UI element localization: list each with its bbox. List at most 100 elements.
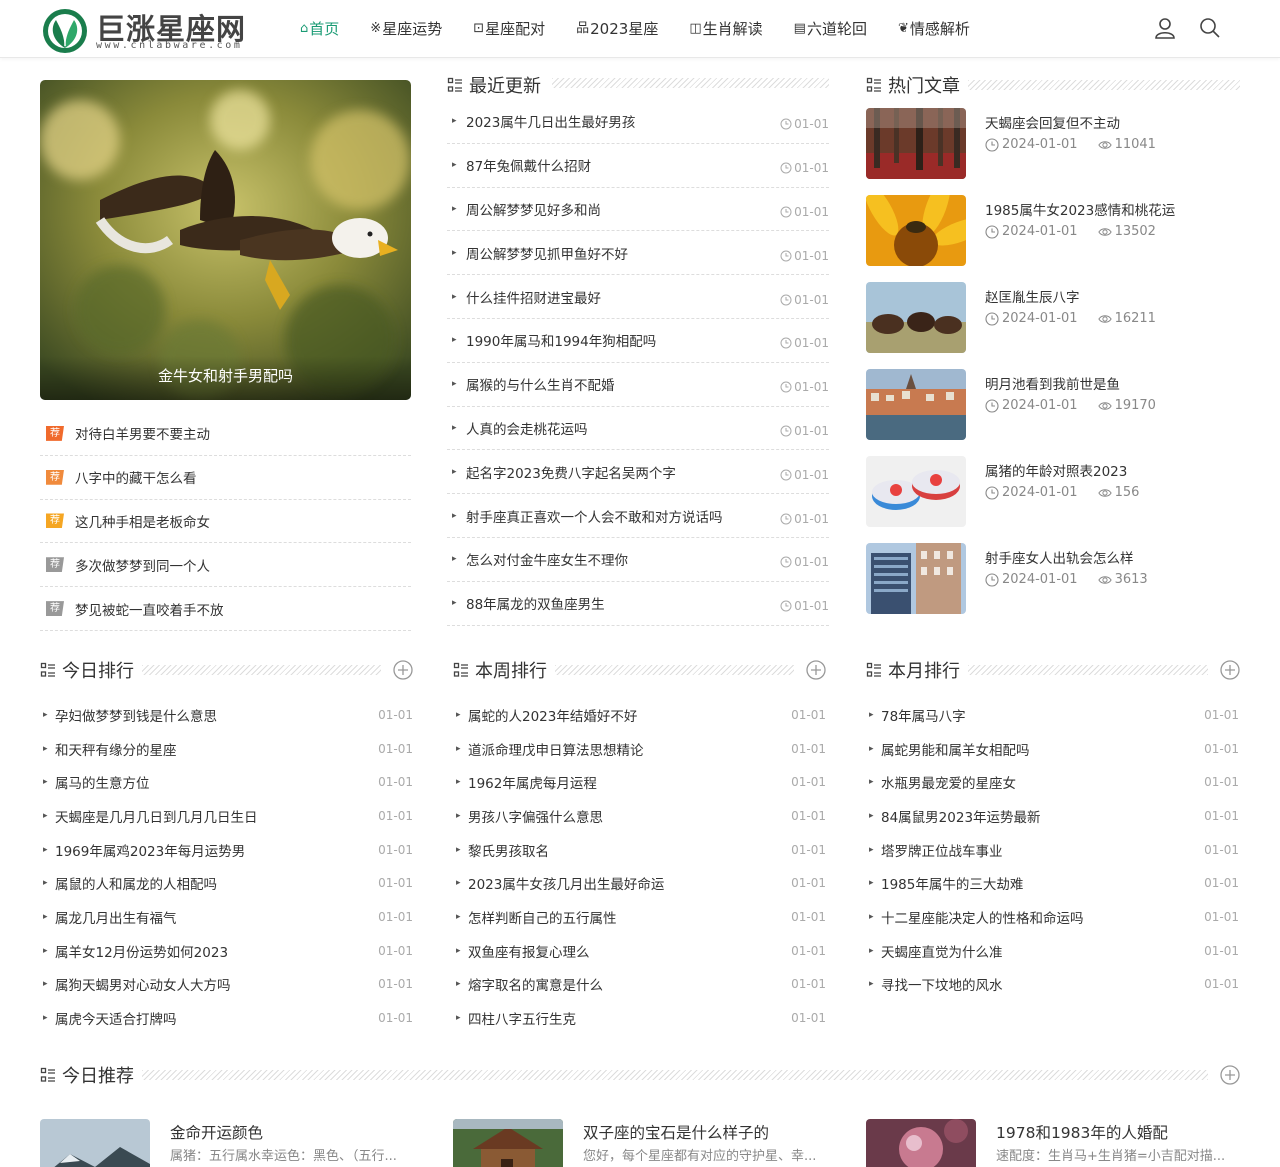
list-item[interactable]: ▸男孩八字偏强什么意思01-01 [453,799,826,833]
list-item[interactable]: 赵匡胤生辰八字2024-01-0116211 [866,282,1240,369]
rank-title[interactable]: 1962年属虎每月运程 [468,772,791,792]
rank-title[interactable]: 属虎今天适合打牌吗 [55,1008,378,1028]
list-item[interactable]: 1985属牛女2023感情和桃花运2024-01-0113502 [866,195,1240,282]
rank-title[interactable]: 黎氏男孩取名 [468,840,791,860]
list-item[interactable]: ▸2023属牛女孩几月出生最好命运01-01 [453,866,826,900]
user-icon[interactable] [1153,16,1177,40]
recent-title[interactable]: 什么挂件招财进宝最好 [466,287,780,307]
hot-article-title[interactable]: 属猪的年龄对照表2023 [985,460,1127,480]
list-item[interactable]: ▸四柱八字五行生克01-01 [453,1001,826,1035]
list-item[interactable]: ▸水瓶男最宠爱的星座女01-01 [866,765,1239,799]
rank-title[interactable]: 天蝎座直觉为什么准 [881,941,1204,961]
recent-title[interactable]: 87年兔佩戴什么招财 [466,155,780,175]
article-thumbnail[interactable] [866,282,966,353]
rank-title[interactable]: 84属鼠男2023年运势最新 [881,806,1204,826]
rank-title[interactable]: 属狗天蝎男对心动女人大方吗 [55,974,378,994]
list-item[interactable]: ▸起名字2023免费八字起名吴两个字01-01 [447,450,829,494]
nav-item-6[interactable]: ❦情感解析 [898,0,970,58]
list-item[interactable]: 荐八字中的藏干怎么看 [40,456,411,500]
today-rec-item[interactable]: 双子座的宝石是什么样子的您好，每个星座都有对应的守护星、幸... [453,1119,827,1167]
list-item[interactable]: ▸周公解梦梦见抓甲鱼好不好01-01 [447,231,829,275]
recent-title[interactable]: 起名字2023免费八字起名吴两个字 [466,462,780,482]
rank-title[interactable]: 道派命理戊申日算法思想精论 [468,739,791,759]
rank-title[interactable]: 塔罗牌正位战车事业 [881,840,1204,860]
rank-title[interactable]: 2023属牛女孩几月出生最好命运 [468,873,791,893]
hot-article-title[interactable]: 射手座女人出轨会怎么样 [985,547,1134,567]
list-item[interactable]: ▸88年属龙的双鱼座男生01-01 [447,582,829,626]
rank-title[interactable]: 十二星座能决定人的性格和命运吗 [881,907,1204,927]
hot-article-title[interactable]: 明月池看到我前世是鱼 [985,373,1120,393]
feature-caption[interactable]: 金牛女和射手男配吗 [40,356,411,400]
nav-item-3[interactable]: 品2023星座 [576,0,658,58]
site-logo[interactable]: 巨涨星座网 www.cnlabware.com [42,6,252,54]
rank-title[interactable]: 熔字取名的寓意是什么 [468,974,791,994]
recent-title[interactable]: 怎么对付金牛座女生不理你 [466,549,780,569]
article-thumbnail[interactable] [866,543,966,614]
rank-title[interactable]: 四柱八字五行生克 [468,1008,791,1028]
rank-title[interactable]: 78年属马八字 [881,705,1204,725]
recommend-title[interactable]: 这几种手相是老板命女 [75,511,210,531]
list-item[interactable]: ▸属虎今天适合打牌吗01-01 [40,1001,413,1035]
article-thumbnail[interactable] [866,195,966,266]
list-item[interactable]: ▸84属鼠男2023年运势最新01-01 [866,799,1239,833]
list-item[interactable]: ▸天蝎座直觉为什么准01-01 [866,934,1239,968]
list-item[interactable]: 荐梦见被蛇一直咬着手不放 [40,587,411,631]
today-rec-item[interactable]: 1978和1983年的人婚配速配度：生肖马+生肖猪=小吉配对描... [866,1119,1240,1167]
recent-title[interactable]: 88年属龙的双鱼座男生 [466,593,780,613]
article-thumbnail[interactable] [40,1119,150,1167]
hot-article-title[interactable]: 天蝎座会回复但不主动 [985,112,1120,132]
list-item[interactable]: 荐这几种手相是老板命女 [40,500,411,544]
list-item[interactable]: ▸人真的会走桃花运吗01-01 [447,407,829,451]
list-item[interactable]: ▸道派命理戊申日算法思想精论01-01 [453,732,826,766]
recent-title[interactable]: 2023属牛几日出生最好男孩 [466,111,780,131]
list-item[interactable]: ▸属蛇男能和属羊女相配吗01-01 [866,732,1239,766]
rank-title[interactable]: 寻找一下坟地的风水 [881,974,1204,994]
list-item[interactable]: ▸87年兔佩戴什么招财01-01 [447,144,829,188]
recommend-title[interactable]: 对待白羊男要不要主动 [75,423,210,443]
nav-item-2[interactable]: ⊡星座配对 [473,0,545,58]
rank-title[interactable]: 1969年属鸡2023年每月运势男 [55,840,378,860]
today-rec-title[interactable]: 1978和1983年的人婚配 [996,1121,1168,1143]
list-item[interactable]: ▸什么挂件招财进宝最好01-01 [447,275,829,319]
recent-title[interactable]: 人真的会走桃花运吗 [466,418,780,438]
rank-title[interactable]: 男孩八字偏强什么意思 [468,806,791,826]
today-rec-title[interactable]: 金命开运颜色 [170,1121,263,1143]
list-item[interactable]: ▸属羊女12月份运势如何202301-01 [40,934,413,968]
list-item[interactable]: ▸双鱼座有报复心理么01-01 [453,934,826,968]
list-item[interactable]: ▸78年属马八字01-01 [866,698,1239,732]
hot-article-title[interactable]: 赵匡胤生辰八字 [985,286,1080,306]
recommend-title[interactable]: 八字中的藏干怎么看 [75,467,197,487]
rank-title[interactable]: 怎样判断自己的五行属性 [468,907,791,927]
article-thumbnail[interactable] [866,1119,976,1167]
article-thumbnail[interactable] [866,456,966,527]
rank-title[interactable]: 双鱼座有报复心理么 [468,941,791,961]
more-plus-icon[interactable] [806,660,826,680]
article-thumbnail[interactable] [866,369,966,440]
recommend-title[interactable]: 多次做梦梦到同一个人 [75,555,210,575]
recent-title[interactable]: 周公解梦梦见抓甲鱼好不好 [466,243,780,263]
list-item[interactable]: 荐多次做梦梦到同一个人 [40,543,411,587]
list-item[interactable]: ▸属猴的与什么生肖不配婚01-01 [447,363,829,407]
list-item[interactable]: ▸属狗天蝎男对心动女人大方吗01-01 [40,968,413,1002]
rank-title[interactable]: 水瓶男最宠爱的星座女 [881,772,1204,792]
list-item[interactable]: ▸和天秤有缘分的星座01-01 [40,732,413,766]
list-item[interactable]: ▸黎氏男孩取名01-01 [453,833,826,867]
nav-item-5[interactable]: ▤六道轮回 [794,0,867,58]
list-item[interactable]: ▸属蛇的人2023年结婚好不好01-01 [453,698,826,732]
rank-title[interactable]: 属鼠的人和属龙的人相配吗 [55,873,378,893]
rank-title[interactable]: 和天秤有缘分的星座 [55,739,378,759]
rank-title[interactable]: 属羊女12月份运势如何2023 [55,941,378,961]
list-item[interactable]: ▸1985年属牛的三大劫难01-01 [866,866,1239,900]
recent-title[interactable]: 属猴的与什么生肖不配婚 [466,374,780,394]
feature-slide[interactable]: 金牛女和射手男配吗 [40,80,411,400]
rank-title[interactable]: 1985年属牛的三大劫难 [881,873,1204,893]
list-item[interactable]: ▸1969年属鸡2023年每月运势男01-01 [40,833,413,867]
list-item[interactable]: ▸孕妇做梦梦到钱是什么意思01-01 [40,698,413,732]
list-item[interactable]: ▸1990年属马和1994年狗相配吗01-01 [447,319,829,363]
nav-item-4[interactable]: ◫生肖解读 [689,0,762,58]
recent-title[interactable]: 射手座真正喜欢一个人会不敢和对方说话吗 [466,506,780,526]
list-item[interactable]: 荐对待白羊男要不要主动 [40,412,411,456]
list-item[interactable]: ▸怎样判断自己的五行属性01-01 [453,900,826,934]
list-item[interactable]: ▸属龙几月出生有福气01-01 [40,900,413,934]
today-rec-title[interactable]: 双子座的宝石是什么样子的 [583,1121,769,1143]
